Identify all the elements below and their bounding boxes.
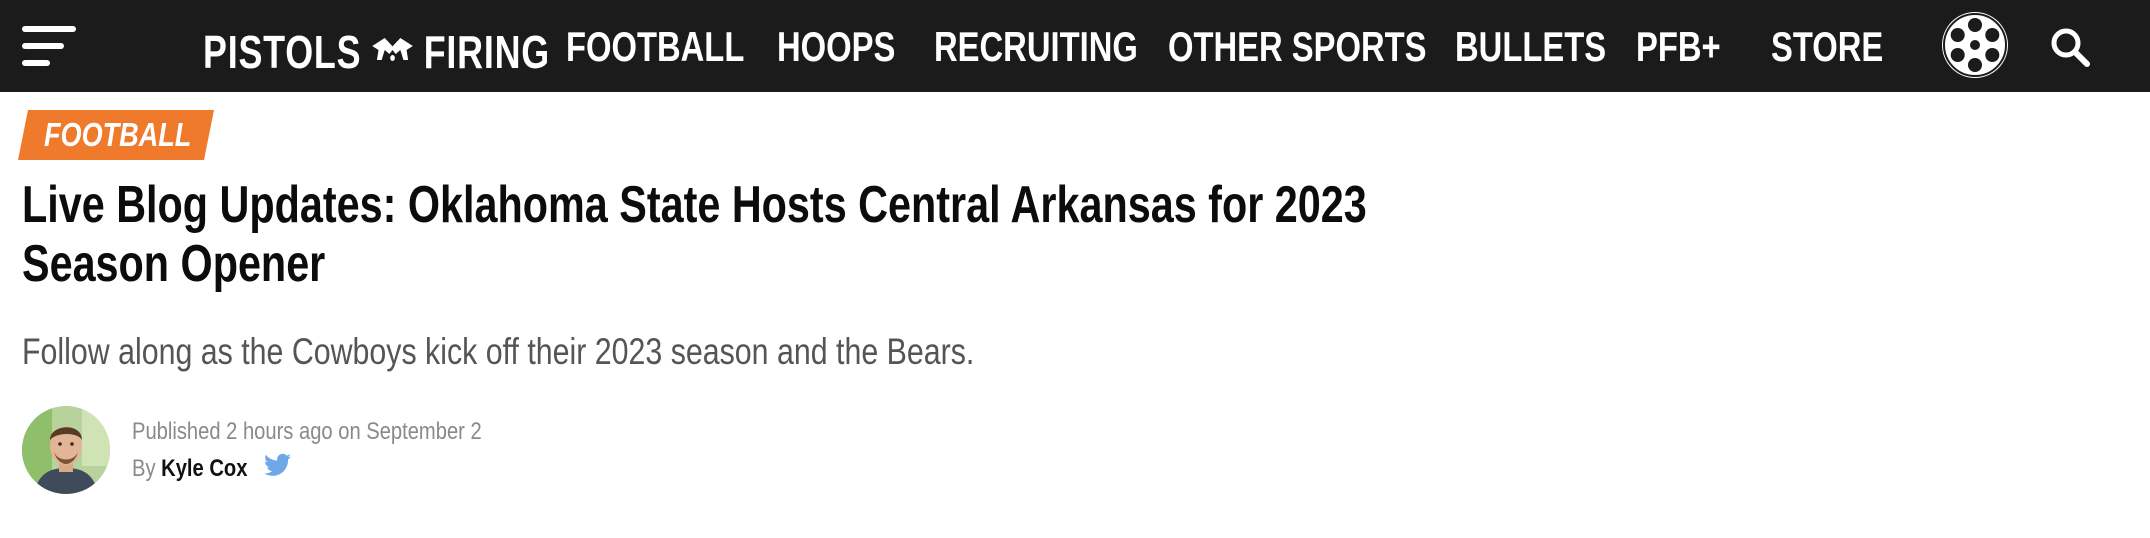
nav-store[interactable]: STORE <box>1771 22 1883 72</box>
article-subheadline: Follow along as the Cowboys kick off the… <box>22 331 975 372</box>
nav-hoops[interactable]: HOOPS <box>777 22 895 72</box>
top-navigation-bar: PISTOLS FIRING FOOTBALL HOOPS RECRUITING… <box>0 0 2150 92</box>
crossed-pistols-icon <box>372 38 413 61</box>
published-date: Published 2 hours ago on September 2 <box>132 418 482 445</box>
category-label: FOOTBALL <box>44 116 192 153</box>
article-headline: Live Blog Updates: Oklahoma State Hosts … <box>22 176 1367 293</box>
site-logo[interactable]: PISTOLS FIRING <box>203 26 550 78</box>
category-badge[interactable]: FOOTBALL <box>18 110 214 160</box>
search-icon[interactable] <box>2050 27 2090 67</box>
byline-prefix: By <box>132 455 156 482</box>
author-name[interactable]: Kyle Cox <box>161 455 247 482</box>
nav-bullets[interactable]: BULLETS <box>1455 22 1606 72</box>
logo-text-left: PISTOLS <box>203 26 362 78</box>
author-avatar[interactable] <box>22 406 110 494</box>
nav-recruiting[interactable]: RECRUITING <box>934 22 1138 72</box>
logo-text-right: FIRING <box>423 26 551 78</box>
nav-football[interactable]: FOOTBALL <box>566 22 744 72</box>
nav-pfb-plus[interactable]: PFB+ <box>1636 22 1721 72</box>
nav-other-sports[interactable]: OTHER SPORTS <box>1168 22 1426 72</box>
twitter-icon[interactable] <box>262 452 292 480</box>
revolver-cylinder-icon[interactable] <box>1940 10 2010 80</box>
menu-icon[interactable] <box>22 26 76 66</box>
byline: By Kyle Cox <box>132 453 247 485</box>
avatar-photo <box>22 406 110 494</box>
